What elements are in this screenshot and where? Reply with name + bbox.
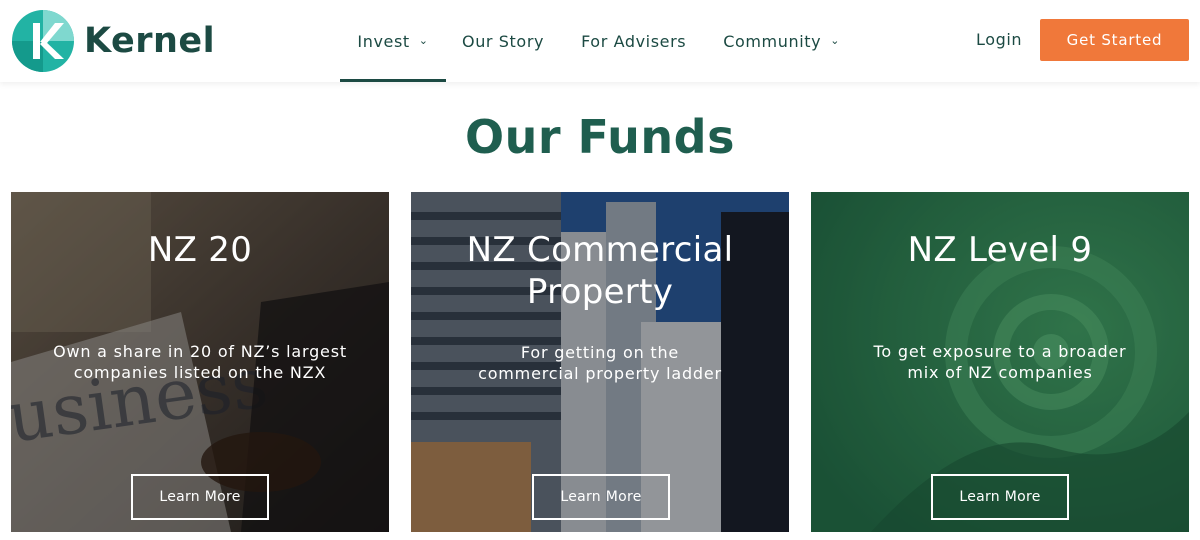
login-link[interactable]: Login [976,30,1022,49]
page-title: Our Funds [465,110,735,164]
fund-description-line: companies listed on the NZX [73,363,327,382]
fund-title-line: NZ Commercial [466,230,734,270]
nav-item-for-advisers[interactable]: For Advisers [581,0,686,82]
brand-name: Kernel [84,21,216,61]
learn-more-button[interactable]: Learn More [532,474,670,520]
nav-item-community[interactable]: Community ⌄ [723,0,840,82]
fund-card-nz-level-9: NZ Level 9 To get exposure to a broader … [811,192,1189,532]
chevron-down-icon: ⌄ [418,33,429,47]
nav-item-invest[interactable]: Invest ⌄ [340,0,446,82]
brand-logo[interactable]: Kernel [11,9,215,73]
fund-title: NZ Commercial Property [411,229,789,313]
fund-description-line: To get exposure to a broader [873,342,1127,361]
kernel-logo-icon [12,10,74,72]
nav-item-community-label: Community [723,31,822,51]
chevron-down-icon: ⌄ [830,33,841,47]
fund-title-line: Property [526,272,674,312]
fund-description-line: commercial property ladder [478,364,722,383]
site-header: Kernel Invest ⌄ Our Story For Advisers C… [0,0,1200,82]
nav-item-our-story-label: Our Story [462,31,545,51]
fund-description: For getting on the commercial property l… [411,342,789,384]
nav-item-our-story[interactable]: Our Story [462,0,544,82]
nav-item-for-advisers-label: For Advisers [581,31,687,51]
main-nav: Invest ⌄ Our Story For Advisers Communit… [340,0,840,82]
fund-card-nz-commercial-property: NZ Commercial Property For getting on th… [411,192,789,532]
learn-more-button[interactable]: Learn More [931,474,1069,520]
fund-title: NZ Level 9 [907,230,1093,270]
fund-description-line: Own a share in 20 of NZ’s largest [53,342,347,361]
nav-item-invest-label: Invest [357,31,410,51]
fund-description: To get exposure to a broader mix of NZ c… [811,341,1189,383]
learn-more-button[interactable]: Learn More [131,474,269,520]
fund-description: Own a share in 20 of NZ’s largest compan… [11,341,389,383]
fund-description-line: mix of NZ companies [907,363,1093,382]
fund-description-line: For getting on the [520,343,680,362]
get-started-button[interactable]: Get Started [1040,19,1189,61]
fund-title: NZ 20 [147,230,253,270]
fund-card-nz20: usiness NZ 20 Own a share in 20 of NZ’s … [11,192,389,532]
